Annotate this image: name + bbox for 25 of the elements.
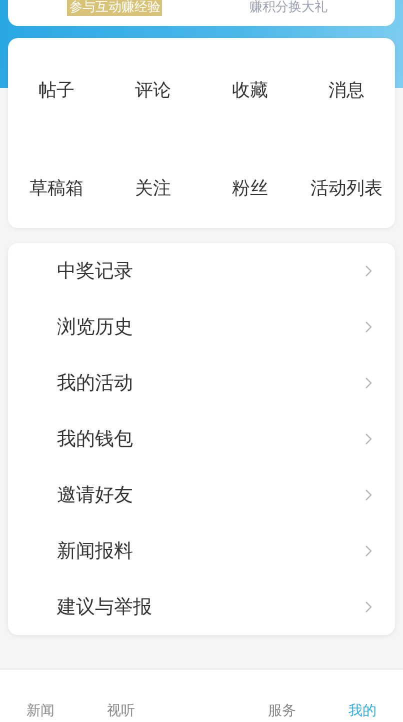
chevron-right-icon [365, 377, 373, 389]
nav-tab[interactable]: 视听 [106, 702, 135, 720]
menu-item[interactable]: 建议与举报 [8, 579, 395, 635]
chevron-right-icon [365, 433, 373, 445]
grid-item[interactable]: 帖子 [38, 78, 74, 102]
menu-item[interactable]: 邀请好友 [8, 467, 395, 523]
grid-item[interactable]: 草稿箱 [29, 176, 84, 200]
chevron-right-icon [365, 489, 373, 501]
grid-item[interactable]: 活动列表 [310, 176, 383, 200]
chevron-right-icon [365, 321, 373, 333]
nav-tab[interactable]: 服务 [268, 702, 296, 720]
menu-item[interactable]: 浏览历史 [8, 299, 395, 355]
grid-item[interactable]: 消息 [328, 78, 365, 102]
menu-item[interactable]: 新闻报料 [8, 523, 395, 579]
menu-item[interactable]: 我的活动 [8, 355, 395, 411]
grid-item[interactable]: 关注 [135, 176, 172, 200]
grid-item[interactable]: 评论 [135, 78, 172, 102]
chevron-right-icon [365, 601, 373, 613]
grid-item[interactable]: 粉丝 [232, 176, 268, 200]
chevron-right-icon [365, 265, 373, 277]
grid-item[interactable]: 收藏 [232, 78, 268, 102]
menu-item[interactable]: 我的钱包 [8, 411, 395, 467]
chevron-right-icon [365, 545, 373, 557]
menu-item[interactable]: 中奖记录 [8, 243, 395, 299]
nav-tab[interactable]: 新闻 [26, 702, 54, 720]
